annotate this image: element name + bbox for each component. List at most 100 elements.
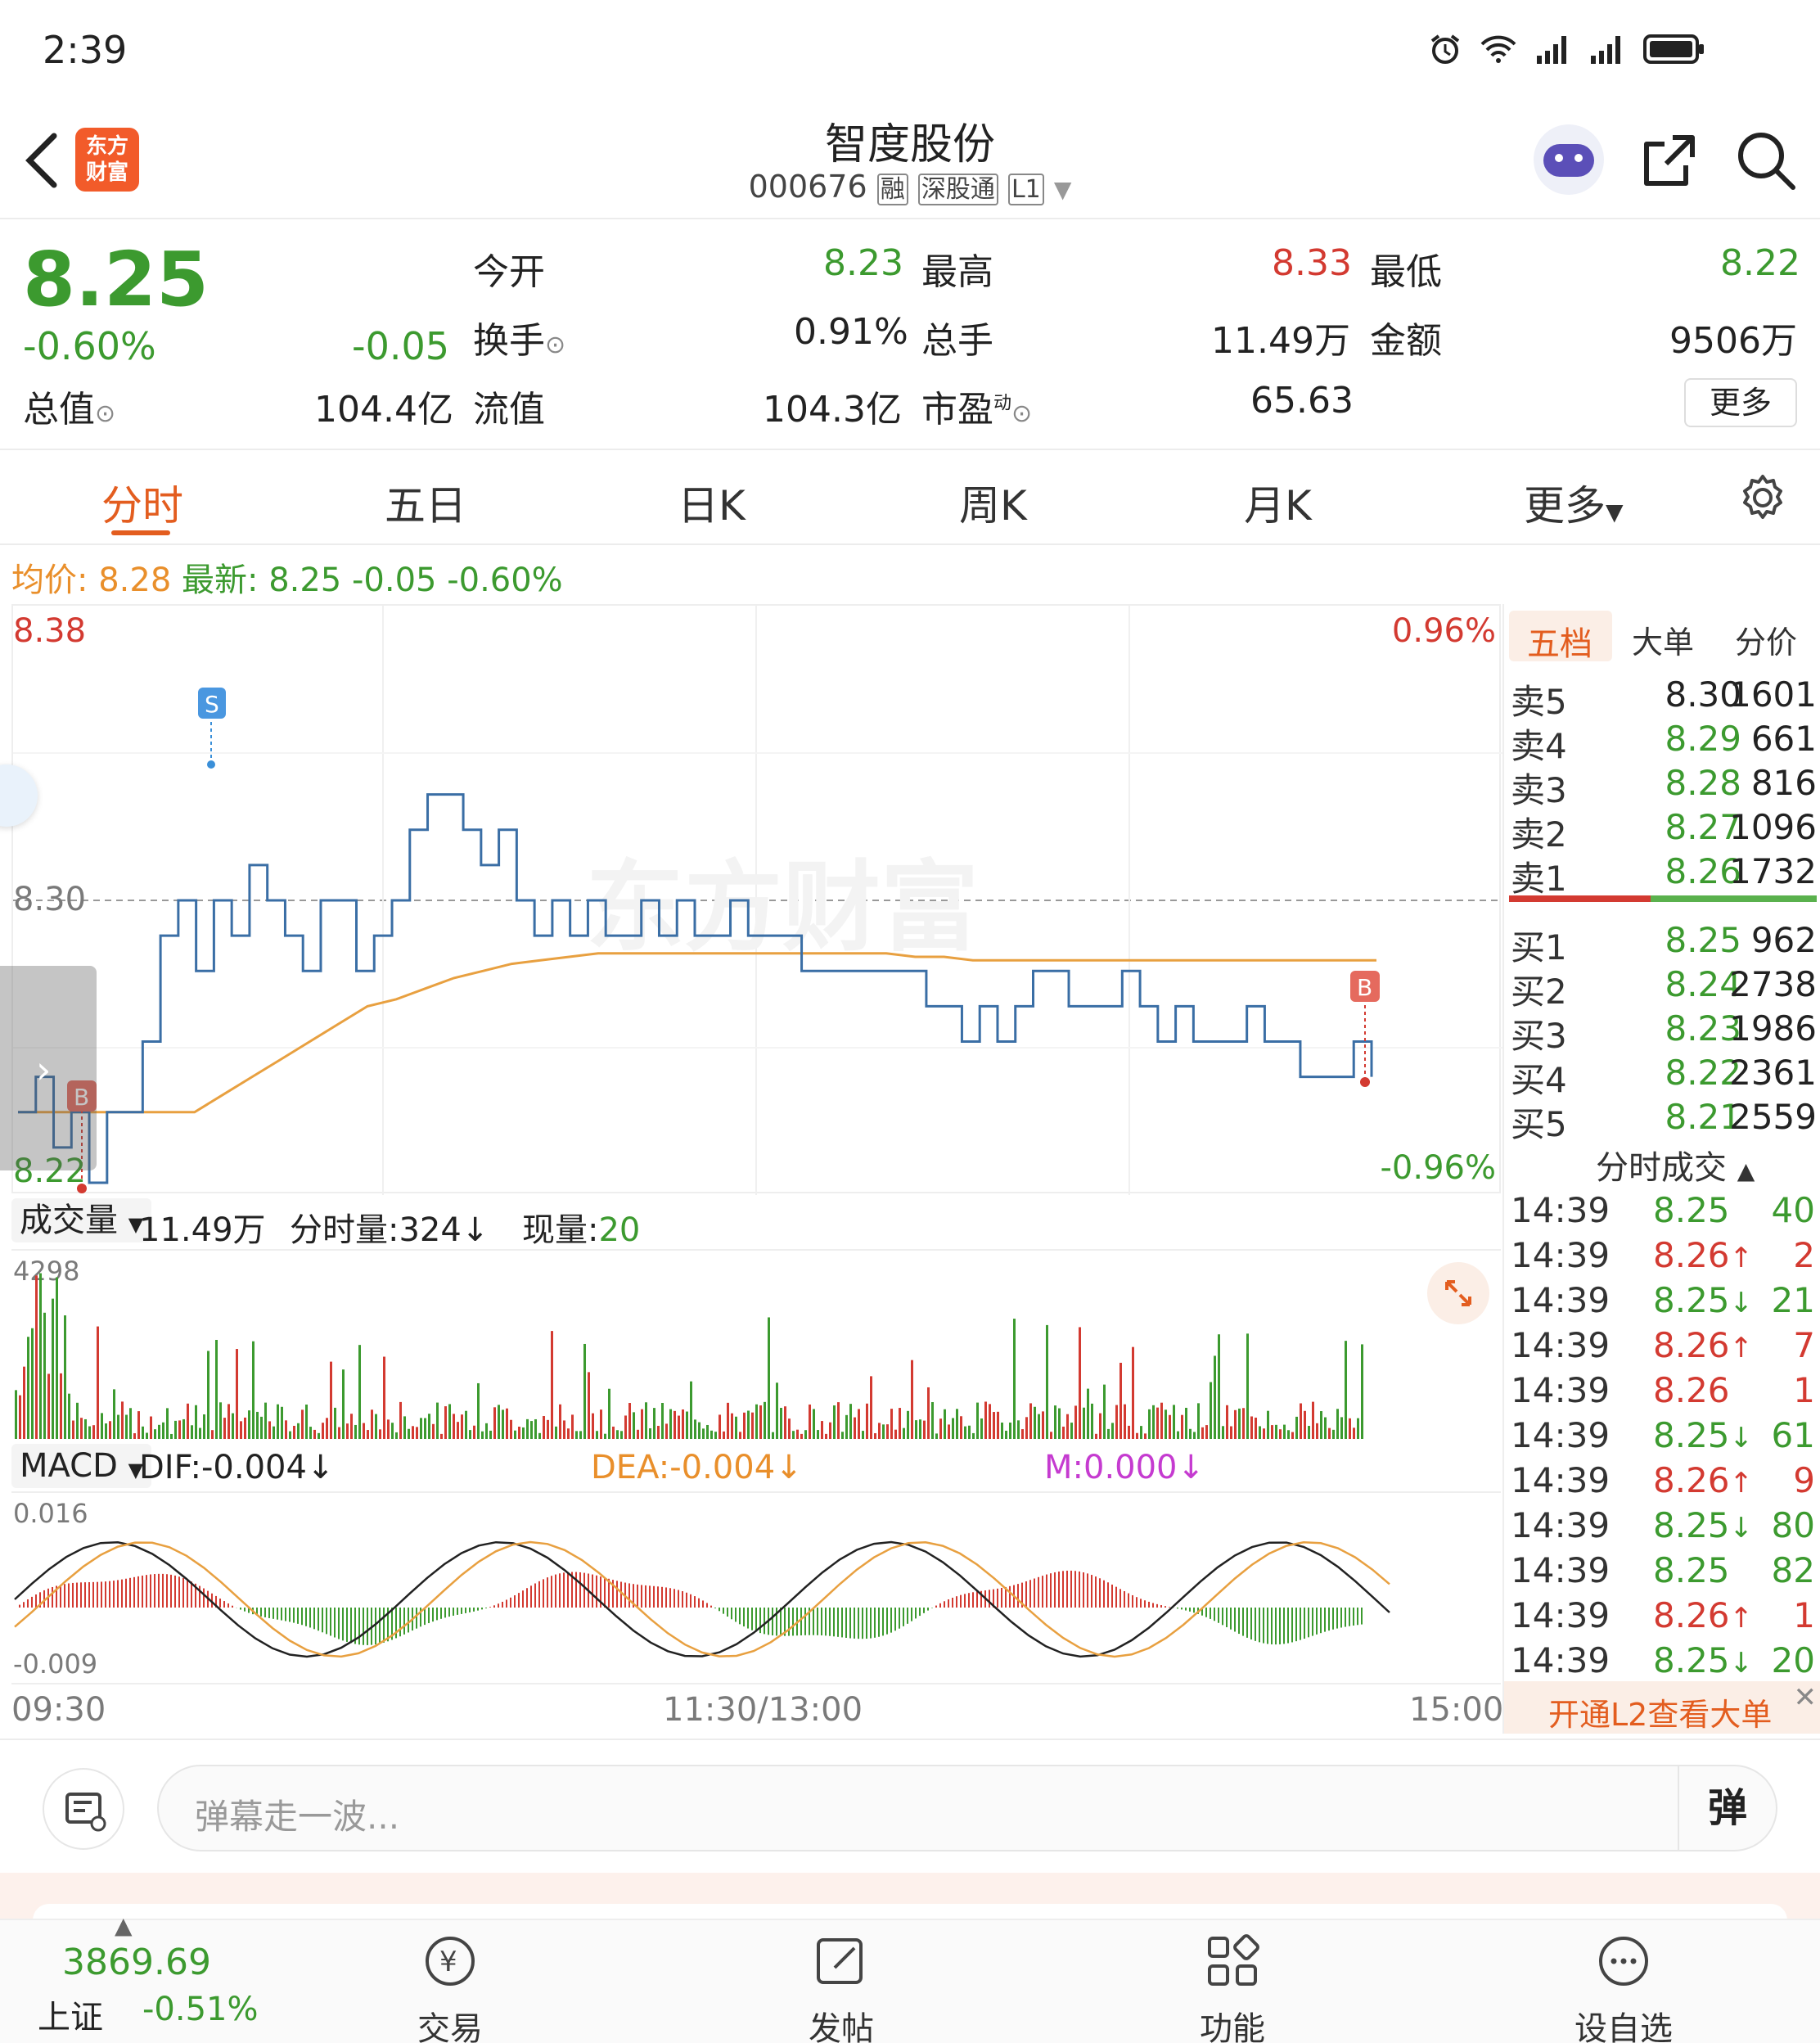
macd-bar: [191, 1581, 192, 1608]
macd-bar: [1025, 1581, 1027, 1608]
volume-bar: [1226, 1405, 1228, 1439]
macd-bar: [510, 1597, 511, 1608]
macd-bar: [567, 1572, 569, 1608]
volume-bar: [354, 1424, 357, 1439]
volume-bar: [858, 1409, 860, 1439]
volume-bar: [19, 1395, 21, 1439]
macd-bar: [1255, 1608, 1256, 1641]
expand-icon[interactable]: [1427, 1262, 1489, 1324]
macd-bar: [76, 1582, 78, 1608]
nav-trade[interactable]: ¥ 交易: [368, 1930, 532, 2043]
volume-bar: [424, 1418, 426, 1439]
macd-bar: [1189, 1608, 1191, 1612]
macd-bar: [518, 1593, 520, 1608]
volume-bar: [1054, 1405, 1056, 1439]
comment-input[interactable]: 弹幕走一波... 弹: [157, 1765, 1777, 1851]
nav-post[interactable]: 发帖: [759, 1930, 923, 2043]
volume-bar: [1336, 1409, 1339, 1439]
robot-assistant-icon[interactable]: [1534, 124, 1604, 195]
tab-intraday[interactable]: 分时: [101, 473, 183, 532]
macd-bar: [1324, 1608, 1326, 1632]
close-icon[interactable]: ✕: [1794, 1681, 1818, 1714]
macd-bar: [1074, 1571, 1076, 1608]
index-value[interactable]: 3869.69: [62, 1942, 211, 1983]
tab-daily-k[interactable]: 日K: [678, 473, 746, 532]
tab-weekly-k[interactable]: 周K: [959, 473, 1027, 532]
tick-price: 8.26↑: [1653, 1460, 1754, 1500]
macd-bar: [1320, 1608, 1322, 1634]
macd-bar: [84, 1582, 86, 1608]
macd-bar: [342, 1608, 344, 1641]
tab-five-day[interactable]: 五日: [385, 473, 466, 532]
volume-bar: [1349, 1418, 1351, 1439]
pe-label[interactable]: 市盈动⊙: [921, 380, 1032, 432]
l2-banner[interactable]: 开通L2查看大单 ✕: [1504, 1681, 1820, 1734]
macd-bar: [187, 1579, 188, 1608]
ob-tab-large[interactable]: 大单: [1632, 617, 1694, 662]
search-icon[interactable]: [1735, 129, 1797, 192]
volume-bar: [956, 1409, 958, 1439]
macd-bar: [1308, 1608, 1309, 1638]
tab-monthly-k[interactable]: 月K: [1244, 473, 1312, 532]
macd-bar: [919, 1608, 921, 1617]
signal-icon: [1537, 36, 1566, 64]
macd-bar: [121, 1579, 123, 1608]
bid-qty: 2738: [1729, 964, 1817, 1004]
volume-bar: [931, 1402, 934, 1439]
macd-bar: [1345, 1608, 1346, 1627]
macd-bar: [911, 1608, 912, 1621]
mktcap-label[interactable]: 总值⊙: [23, 380, 115, 432]
volume-bar: [1025, 1417, 1028, 1439]
ob-tab-price[interactable]: 分价: [1735, 617, 1797, 662]
change-percent: -0.60%: [23, 324, 156, 368]
danmu-toggle-button[interactable]: 弹: [1678, 1766, 1776, 1850]
amount-value: 9506万: [1669, 320, 1797, 362]
share-icon[interactable]: [1640, 131, 1699, 190]
volume-bar: [661, 1403, 664, 1439]
price-chart[interactable]: 东方财富 S B B 8.38 8.30 8.22 0.96% -0.96%: [11, 604, 1502, 1195]
volume-bar: [653, 1408, 655, 1439]
volume-bar: [1259, 1426, 1261, 1439]
ticks-title[interactable]: 分时成交 ▲: [1596, 1141, 1755, 1188]
volume-bar: [379, 1429, 381, 1439]
nav-watchlist[interactable]: 设自选: [1542, 1930, 1705, 2043]
comment-list-icon[interactable]: [43, 1768, 124, 1850]
macd-bar: [309, 1608, 311, 1628]
turnover-label[interactable]: 换手⊙: [473, 311, 565, 363]
volume-bar: [248, 1410, 250, 1439]
ob-tab-five[interactable]: 五档: [1527, 617, 1592, 665]
pct-top-label: 0.96%: [1391, 612, 1496, 650]
volume-dropdown[interactable]: 成交量 ▼: [11, 1198, 152, 1242]
tab-more[interactable]: 更多▼: [1524, 473, 1624, 532]
macd-bar: [477, 1608, 479, 1611]
macd-dropdown[interactable]: MACD ▼: [11, 1444, 152, 1488]
pct-bottom-label: -0.96%: [1380, 1149, 1496, 1187]
settings-gear-icon[interactable]: [1738, 473, 1787, 522]
volume-bar: [899, 1408, 901, 1439]
index-expand-icon[interactable]: ▲: [115, 1912, 133, 1939]
volume-bar: [866, 1403, 868, 1439]
macd-bar: [833, 1608, 835, 1637]
macd-bar: [1304, 1608, 1305, 1639]
macd-bar: [31, 1596, 33, 1608]
macd-bar: [890, 1608, 892, 1633]
macd-bar: [710, 1605, 712, 1608]
volume-bar: [1324, 1417, 1327, 1439]
volume-bar: [809, 1404, 811, 1439]
macd-bar: [628, 1583, 630, 1608]
macd-bar: [154, 1574, 155, 1608]
macd-bar: [1107, 1582, 1109, 1608]
macd-bar: [682, 1591, 683, 1608]
macd-bar: [788, 1608, 790, 1636]
volume-bar: [935, 1433, 938, 1439]
macd-bar: [1205, 1608, 1207, 1617]
more-quote-button[interactable]: 更多: [1684, 378, 1797, 427]
volume-bar: [555, 1426, 557, 1439]
volume-bar: [894, 1429, 897, 1439]
volume-chart[interactable]: 4298: [11, 1249, 1501, 1439]
macd-chart[interactable]: 0.016 -0.009: [11, 1491, 1501, 1684]
marker-s[interactable]: S: [198, 688, 226, 769]
side-drawer-handle[interactable]: ›: [0, 966, 97, 1170]
macd-bar: [1001, 1587, 1002, 1608]
nav-functions[interactable]: 功能: [1151, 1930, 1314, 2043]
